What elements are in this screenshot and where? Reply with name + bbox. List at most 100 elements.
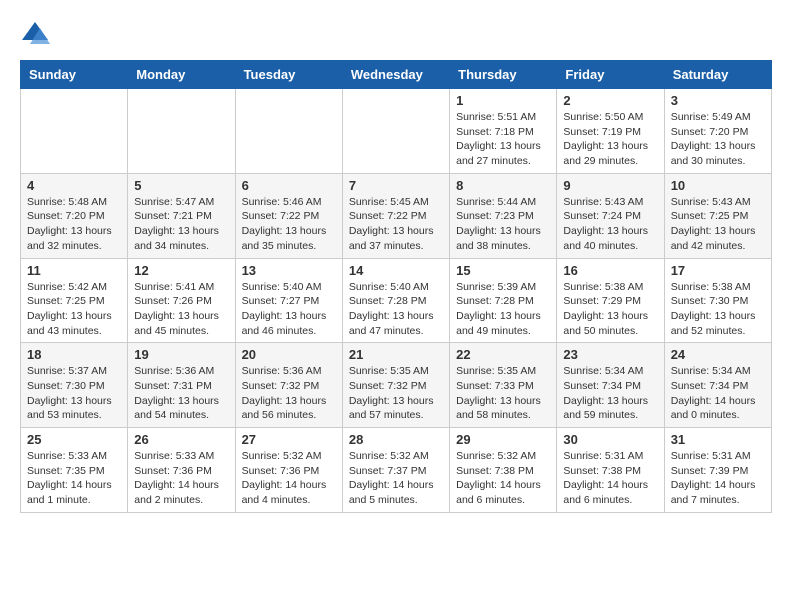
calendar-cell: 26Sunrise: 5:33 AM Sunset: 7:36 PM Dayli…: [128, 428, 235, 513]
day-info: Sunrise: 5:33 AM Sunset: 7:36 PM Dayligh…: [134, 449, 228, 508]
day-number: 10: [671, 178, 765, 193]
day-info: Sunrise: 5:38 AM Sunset: 7:29 PM Dayligh…: [563, 280, 657, 339]
day-info: Sunrise: 5:43 AM Sunset: 7:25 PM Dayligh…: [671, 195, 765, 254]
day-info: Sunrise: 5:42 AM Sunset: 7:25 PM Dayligh…: [27, 280, 121, 339]
calendar-cell: 5 Sunrise: 5:47 AM Sunset: 7:21 PM Daylig…: [128, 173, 235, 258]
day-number: 29: [456, 432, 550, 447]
calendar-cell: 6 Sunrise: 5:46 AM Sunset: 7:22 PM Daylig…: [235, 173, 342, 258]
calendar-header-row: SundayMondayTuesdayWednesdayThursdayFrid…: [21, 61, 772, 89]
day-info: Sunrise: 5:45 AM Sunset: 7:22 PM Dayligh…: [349, 195, 443, 254]
day-number: 4: [27, 178, 121, 193]
calendar-cell: 29 Sunrise: 5:32 AM Sunset: 7:38 PM Dayli…: [450, 428, 557, 513]
calendar-cell: 7 Sunrise: 5:45 AM Sunset: 7:22 PM Daylig…: [342, 173, 449, 258]
calendar-week-row: 4 Sunrise: 5:48 AM Sunset: 7:20 PM Daylig…: [21, 173, 772, 258]
calendar-cell: 10 Sunrise: 5:43 AM Sunset: 7:25 PM Dayli…: [664, 173, 771, 258]
day-number: 15: [456, 263, 550, 278]
calendar-cell: [235, 89, 342, 174]
calendar-cell: [128, 89, 235, 174]
weekday-header: Tuesday: [235, 61, 342, 89]
day-info: Sunrise: 5:35 AM Sunset: 7:32 PM Dayligh…: [349, 364, 443, 423]
day-number: 17: [671, 263, 765, 278]
day-info: Sunrise: 5:31 AM Sunset: 7:38 PM Dayligh…: [563, 449, 657, 508]
calendar-cell: 19Sunrise: 5:36 AM Sunset: 7:31 PM Dayli…: [128, 343, 235, 428]
day-info: Sunrise: 5:46 AM Sunset: 7:22 PM Dayligh…: [242, 195, 336, 254]
calendar-cell: 15 Sunrise: 5:39 AM Sunset: 7:28 PM Dayli…: [450, 258, 557, 343]
day-info: Sunrise: 5:47 AM Sunset: 7:21 PM Dayligh…: [134, 195, 228, 254]
day-info: Sunrise: 5:51 AM Sunset: 7:18 PM Dayligh…: [456, 110, 550, 169]
weekday-header: Sunday: [21, 61, 128, 89]
day-number: 8: [456, 178, 550, 193]
day-number: 24: [671, 347, 765, 362]
day-number: 27: [242, 432, 336, 447]
day-number: 28: [349, 432, 443, 447]
page-header: [20, 20, 772, 50]
day-number: 7: [349, 178, 443, 193]
calendar-week-row: 1 Sunrise: 5:51 AM Sunset: 7:18 PM Daylig…: [21, 89, 772, 174]
calendar-cell: 18 Sunrise: 5:37 AM Sunset: 7:30 PM Dayli…: [21, 343, 128, 428]
calendar-week-row: 18 Sunrise: 5:37 AM Sunset: 7:30 PM Dayli…: [21, 343, 772, 428]
day-info: Sunrise: 5:32 AM Sunset: 7:36 PM Dayligh…: [242, 449, 336, 508]
weekday-header: Saturday: [664, 61, 771, 89]
day-info: Sunrise: 5:48 AM Sunset: 7:20 PM Dayligh…: [27, 195, 121, 254]
day-info: Sunrise: 5:50 AM Sunset: 7:19 PM Dayligh…: [563, 110, 657, 169]
calendar-cell: 17 Sunrise: 5:38 AM Sunset: 7:30 PM Dayli…: [664, 258, 771, 343]
day-number: 14: [349, 263, 443, 278]
calendar-week-row: 11 Sunrise: 5:42 AM Sunset: 7:25 PM Dayli…: [21, 258, 772, 343]
calendar-cell: 2 Sunrise: 5:50 AM Sunset: 7:19 PM Daylig…: [557, 89, 664, 174]
day-number: 16: [563, 263, 657, 278]
calendar-cell: 27 Sunrise: 5:32 AM Sunset: 7:36 PM Dayli…: [235, 428, 342, 513]
calendar-cell: 8 Sunrise: 5:44 AM Sunset: 7:23 PM Daylig…: [450, 173, 557, 258]
day-info: Sunrise: 5:34 AM Sunset: 7:34 PM Dayligh…: [671, 364, 765, 423]
calendar-cell: 3 Sunrise: 5:49 AM Sunset: 7:20 PM Daylig…: [664, 89, 771, 174]
day-number: 18: [27, 347, 121, 362]
day-info: Sunrise: 5:38 AM Sunset: 7:30 PM Dayligh…: [671, 280, 765, 339]
day-info: Sunrise: 5:32 AM Sunset: 7:37 PM Dayligh…: [349, 449, 443, 508]
calendar-cell: 16 Sunrise: 5:38 AM Sunset: 7:29 PM Dayli…: [557, 258, 664, 343]
day-number: 5: [134, 178, 228, 193]
day-number: 9: [563, 178, 657, 193]
calendar-cell: 13 Sunrise: 5:40 AM Sunset: 7:27 PM Dayli…: [235, 258, 342, 343]
logo-icon: [20, 20, 50, 50]
calendar-cell: 14Sunrise: 5:40 AM Sunset: 7:28 PM Dayli…: [342, 258, 449, 343]
day-info: Sunrise: 5:37 AM Sunset: 7:30 PM Dayligh…: [27, 364, 121, 423]
calendar-cell: 30Sunrise: 5:31 AM Sunset: 7:38 PM Dayli…: [557, 428, 664, 513]
day-info: Sunrise: 5:39 AM Sunset: 7:28 PM Dayligh…: [456, 280, 550, 339]
calendar-cell: 20 Sunrise: 5:36 AM Sunset: 7:32 PM Dayli…: [235, 343, 342, 428]
day-number: 3: [671, 93, 765, 108]
day-number: 6: [242, 178, 336, 193]
day-number: 13: [242, 263, 336, 278]
day-number: 23: [563, 347, 657, 362]
weekday-header: Wednesday: [342, 61, 449, 89]
day-number: 11: [27, 263, 121, 278]
weekday-header: Friday: [557, 61, 664, 89]
day-info: Sunrise: 5:36 AM Sunset: 7:31 PM Dayligh…: [134, 364, 228, 423]
day-number: 22: [456, 347, 550, 362]
calendar-cell: 9Sunrise: 5:43 AM Sunset: 7:24 PM Daylig…: [557, 173, 664, 258]
logo: [20, 20, 54, 50]
day-number: 31: [671, 432, 765, 447]
calendar-week-row: 25Sunrise: 5:33 AM Sunset: 7:35 PM Dayli…: [21, 428, 772, 513]
day-number: 20: [242, 347, 336, 362]
day-number: 21: [349, 347, 443, 362]
calendar-cell: [21, 89, 128, 174]
day-number: 12: [134, 263, 228, 278]
day-number: 25: [27, 432, 121, 447]
weekday-header: Thursday: [450, 61, 557, 89]
day-info: Sunrise: 5:40 AM Sunset: 7:27 PM Dayligh…: [242, 280, 336, 339]
day-info: Sunrise: 5:41 AM Sunset: 7:26 PM Dayligh…: [134, 280, 228, 339]
day-number: 2: [563, 93, 657, 108]
day-number: 1: [456, 93, 550, 108]
calendar-table: SundayMondayTuesdayWednesdayThursdayFrid…: [20, 60, 772, 513]
calendar-cell: 21 Sunrise: 5:35 AM Sunset: 7:32 PM Dayli…: [342, 343, 449, 428]
day-info: Sunrise: 5:32 AM Sunset: 7:38 PM Dayligh…: [456, 449, 550, 508]
day-info: Sunrise: 5:34 AM Sunset: 7:34 PM Dayligh…: [563, 364, 657, 423]
calendar-cell: 4 Sunrise: 5:48 AM Sunset: 7:20 PM Daylig…: [21, 173, 128, 258]
day-info: Sunrise: 5:36 AM Sunset: 7:32 PM Dayligh…: [242, 364, 336, 423]
calendar-cell: 11 Sunrise: 5:42 AM Sunset: 7:25 PM Dayli…: [21, 258, 128, 343]
day-info: Sunrise: 5:49 AM Sunset: 7:20 PM Dayligh…: [671, 110, 765, 169]
calendar-cell: 12 Sunrise: 5:41 AM Sunset: 7:26 PM Dayli…: [128, 258, 235, 343]
calendar-cell: 25Sunrise: 5:33 AM Sunset: 7:35 PM Dayli…: [21, 428, 128, 513]
calendar-cell: [342, 89, 449, 174]
day-info: Sunrise: 5:44 AM Sunset: 7:23 PM Dayligh…: [456, 195, 550, 254]
weekday-header: Monday: [128, 61, 235, 89]
